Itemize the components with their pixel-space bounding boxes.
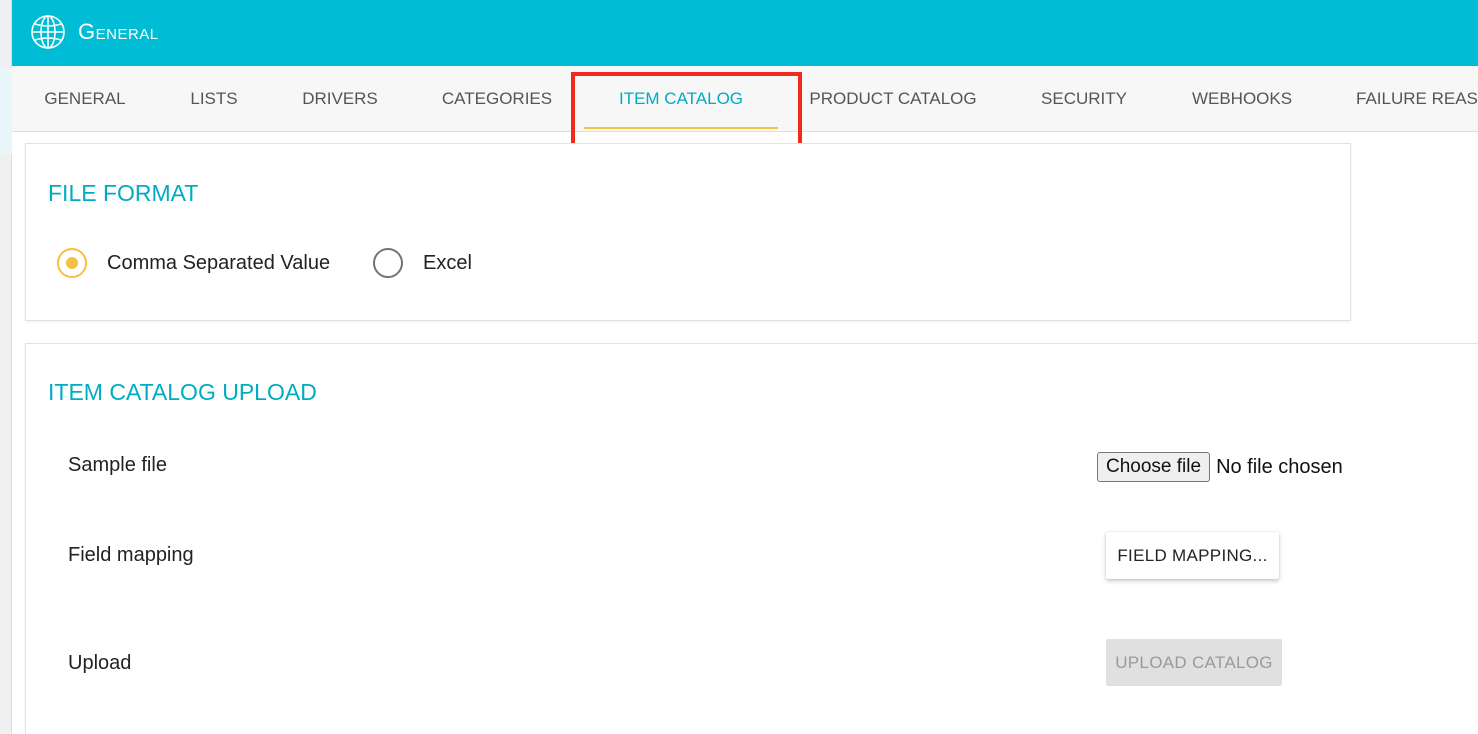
left-sidebar-strip — [0, 0, 12, 734]
radio-option-excel[interactable]: Excel — [373, 248, 472, 278]
field-mapping-label: Field mapping — [68, 544, 194, 566]
settings-tab-bar: GENERAL LISTS DRIVERS CATEGORIES ITEM CA… — [12, 66, 1478, 132]
upload-section-title: ITEM CATALOG UPLOAD — [48, 379, 317, 405]
radio-label-excel: Excel — [423, 251, 472, 274]
tab-failure-reasons[interactable]: FAILURE REAS — [1324, 66, 1478, 131]
app-header: General — [12, 0, 1478, 66]
app-title: General — [78, 19, 159, 44]
tab-general[interactable]: GENERAL — [12, 66, 158, 131]
tab-security[interactable]: SECURITY — [1008, 66, 1160, 131]
file-format-card: FILE FORMAT Comma Separated Value Excel — [25, 143, 1351, 321]
radio-label-csv: Comma Separated Value — [107, 251, 331, 274]
sidebar-active-marker — [0, 68, 12, 154]
upload-catalog-button[interactable]: UPLOAD CATALOG — [1106, 639, 1282, 686]
choose-file-button[interactable]: Choose file — [1097, 452, 1211, 482]
globe-icon — [30, 14, 66, 50]
upload-label: Upload — [68, 652, 132, 674]
field-mapping-button[interactable]: FIELD MAPPING... — [1106, 532, 1279, 579]
tab-drivers[interactable]: DRIVERS — [270, 66, 410, 131]
tab-webhooks[interactable]: WEBHOOKS — [1160, 66, 1324, 131]
sample-file-label: Sample file — [68, 454, 167, 476]
tab-lists[interactable]: LISTS — [158, 66, 270, 131]
radio-unchecked-icon[interactable] — [373, 248, 403, 278]
no-file-chosen-text: No file chosen — [1216, 455, 1343, 478]
file-format-title: FILE FORMAT — [48, 180, 199, 206]
item-catalog-upload-card: ITEM CATALOG UPLOAD Sample file Choose f… — [25, 343, 1478, 734]
tab-product-catalog[interactable]: PRODUCT CATALOG — [778, 66, 1008, 131]
tab-item-catalog[interactable]: ITEM CATALOG — [584, 66, 778, 131]
radio-option-csv[interactable]: Comma Separated Value — [57, 248, 330, 278]
tab-categories[interactable]: CATEGORIES — [410, 66, 584, 131]
sample-file-input[interactable]: Choose file No file chosen — [1097, 452, 1343, 482]
radio-checked-icon[interactable] — [57, 248, 87, 278]
